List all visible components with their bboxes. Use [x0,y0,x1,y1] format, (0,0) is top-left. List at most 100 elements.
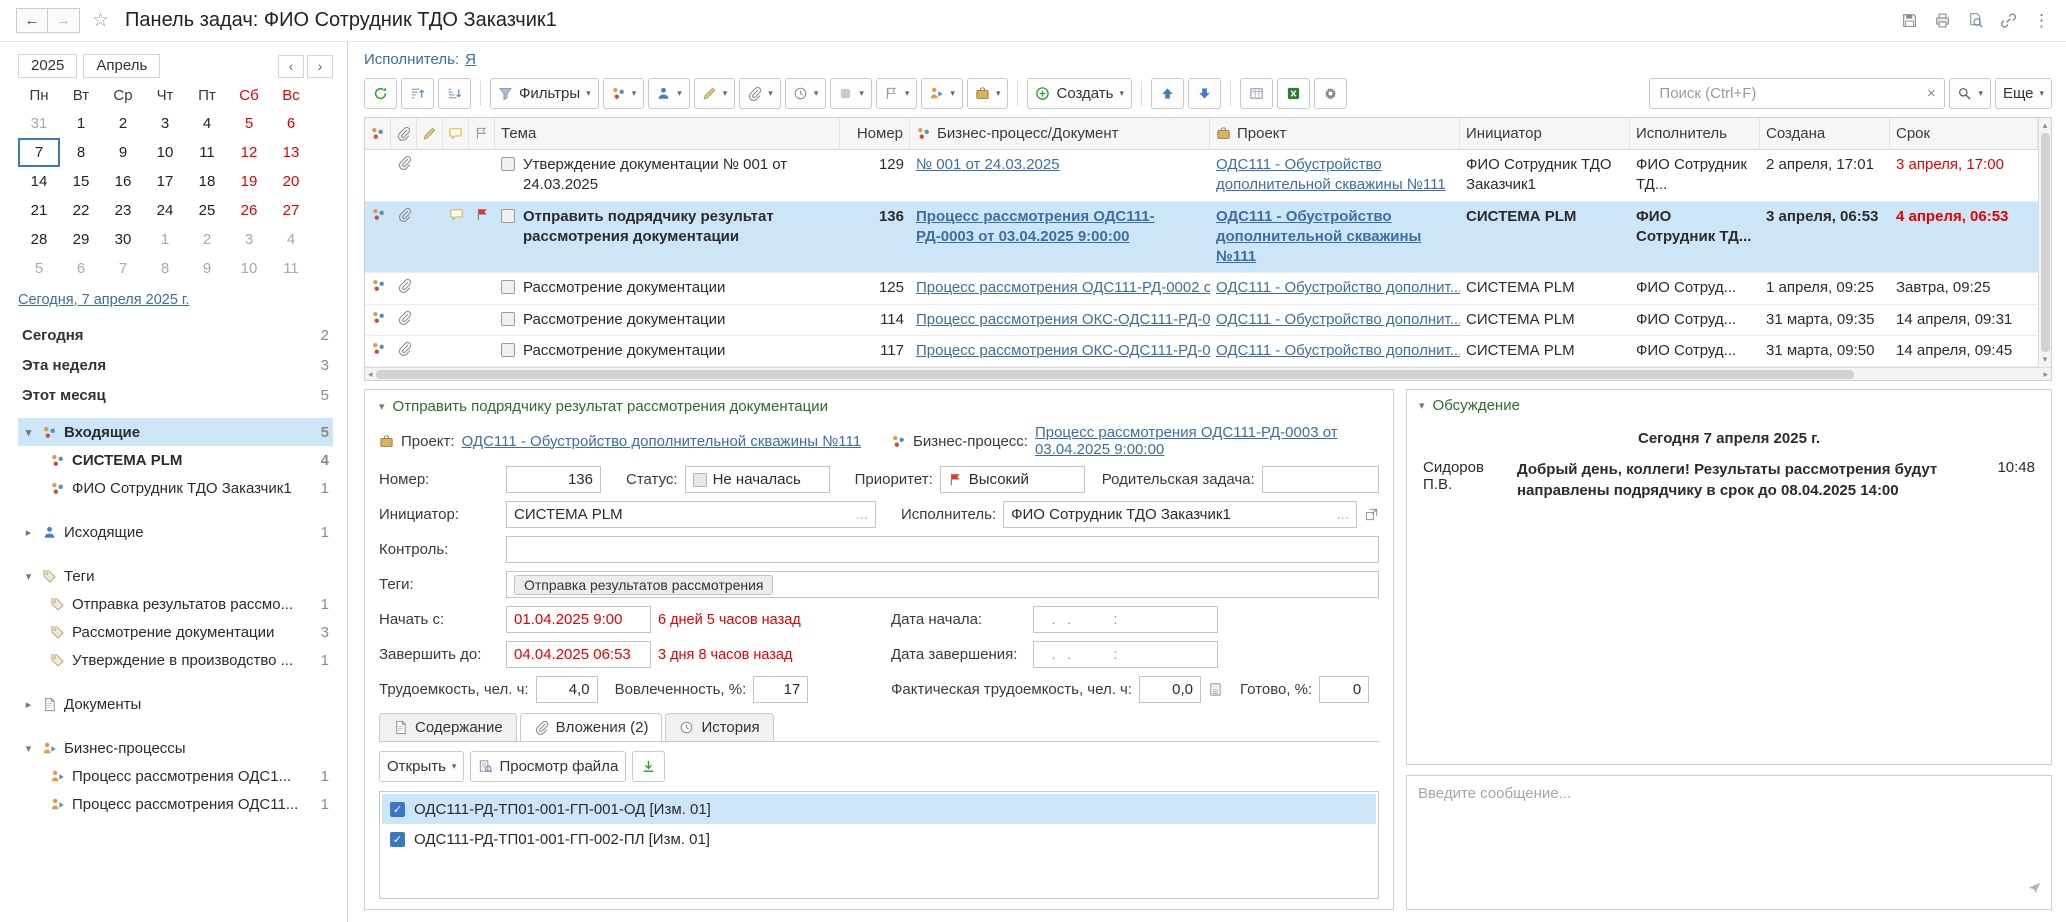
status-filter-button[interactable]: ▾ [830,78,872,109]
calendar-day[interactable]: 10 [228,254,270,283]
create-button[interactable]: Создать▾ [1027,78,1132,109]
print-icon[interactable] [1934,12,1951,29]
calendar-day[interactable]: 22 [60,196,102,225]
ready-field[interactable]: 0 [1319,676,1369,703]
detail-project-link[interactable]: ОДС111 - Обустройство дополнительной скв… [462,433,862,450]
calendar-day[interactable]: 11 [270,254,312,283]
column-flag[interactable] [469,118,495,149]
preview-icon[interactable] [1967,12,1984,29]
calendar-day[interactable]: 3 [144,109,186,138]
calendar-day[interactable]: 9 [102,138,144,167]
calendar-day[interactable]: 30 [102,225,144,254]
clear-search-icon[interactable]: × [1918,85,1944,102]
calendar-day[interactable]: 9 [186,254,228,283]
calendar-day[interactable]: 16 [102,167,144,196]
sidebar-item[interactable]: ▸Исходящие1 [18,518,333,546]
table-row[interactable]: Рассмотрение документации114Процесс расс… [365,305,2038,336]
process-link[interactable]: Процесс рассмотрения ОКС-ОДС111-РД-01... [916,341,1210,361]
process-link[interactable]: Процесс рассмотрения ОКС-ОДС111-РД-01... [916,310,1210,330]
attachment-checkbox[interactable]: ✓ [390,802,405,817]
project-link[interactable]: ОДС111 - Обустройство дополнительной скв… [1216,155,1454,196]
tab-content[interactable]: Содержание [379,713,517,741]
calendar-day[interactable]: 19 [228,167,270,196]
initiator-field[interactable]: СИСТЕМА PLM... [506,501,876,528]
task-checkbox[interactable] [501,157,515,171]
calendar-day[interactable]: 7 [18,138,60,167]
column-theme[interactable]: Тема [495,118,840,149]
calendar-day[interactable]: 24 [144,196,186,225]
attachments-filter-button[interactable]: ▾ [739,78,781,109]
chevron-down-icon[interactable]: ▾ [22,570,35,583]
search-input[interactable] [1650,85,1918,102]
author-filter-button[interactable]: ▾ [921,78,963,109]
calendar-day[interactable]: 12 [228,138,270,167]
sidebar-item[interactable]: Утверждение в производство ...1 [18,646,333,674]
start-field[interactable]: 01.04.2025 9:00 [506,606,651,633]
calendar-prev-button[interactable]: ‹ [278,55,304,78]
status-field[interactable]: Не началась [685,466,830,493]
collapse-discussion-icon[interactable]: ▾ [1419,399,1425,412]
sidebar-item[interactable]: ФИО Сотрудник ТДО Заказчик11 [18,474,333,502]
table-vertical-scrollbar[interactable]: ▴▾ [2038,118,2051,367]
number-field[interactable]: 136 [506,466,601,493]
move-down-button[interactable] [1188,78,1221,109]
calendar-day[interactable]: 13 [270,138,312,167]
calendar-day[interactable]: 23 [102,196,144,225]
calendar-day[interactable]: 25 [186,196,228,225]
calendar-day[interactable]: 29 [60,225,102,254]
flag-filter-button[interactable]: ▾ [876,78,918,109]
save-icon[interactable] [1901,12,1918,29]
calendar-day[interactable]: 31 [18,109,60,138]
column-process[interactable]: Бизнес-процесс/Документ [910,118,1210,149]
effort-field[interactable]: 4,0 [536,676,598,703]
tags-field[interactable]: Отправка результатов рассмотрения [506,571,1379,598]
sidebar-item[interactable]: ▾Входящие5 [18,418,333,446]
calendar-day[interactable]: 6 [270,109,312,138]
favorite-star-icon[interactable]: ☆ [92,9,109,32]
quick-filter-item[interactable]: Эта неделя3 [18,350,333,380]
column-executor[interactable]: Исполнитель [1630,118,1760,149]
calendar-day[interactable]: 21 [18,196,60,225]
table-row[interactable]: Утверждение документации № 001 от 24.03.… [365,150,2038,202]
calendar-day[interactable]: 2 [102,109,144,138]
open-attachment-button[interactable]: Открыть▾ [379,751,464,782]
process-link[interactable]: Процесс рассмотрения ОДС111-РД-0002 от..… [916,278,1210,298]
calendar-next-button[interactable]: › [307,55,333,78]
calendar-day[interactable]: 26 [228,196,270,225]
priority-field[interactable]: Высокий [940,466,1085,493]
column-task-type[interactable] [365,118,391,149]
detail-process-link[interactable]: Процесс рассмотрения ОДС111-РД-0003 от 0… [1035,424,1379,458]
deadline-filter-button[interactable]: ▾ [785,78,827,109]
column-comments[interactable] [443,118,469,149]
edit-filter-button[interactable]: ▾ [694,78,736,109]
sidebar-item[interactable]: СИСТЕМА PLM4 [18,446,333,474]
quick-filter-item[interactable]: Этот месяц5 [18,380,333,410]
actual-effort-field[interactable]: 0,0 [1139,676,1201,703]
calendar-day[interactable]: 8 [144,254,186,283]
sidebar-item[interactable]: ▾Теги [18,562,333,590]
order-desc-button[interactable] [438,78,471,109]
table-horizontal-scrollbar[interactable]: ◂▸ [365,367,2051,380]
process-link[interactable]: Процесс рассмотрения ОДС111-РД-0003 от 0… [916,207,1204,248]
list-settings-button[interactable] [1314,78,1347,109]
excel-export-button[interactable] [1277,78,1310,109]
sidebar-item[interactable]: Процесс рассмотрения ОДС11...1 [18,790,333,818]
column-project[interactable]: Проект [1210,118,1460,149]
tag-chip[interactable]: Отправка результатов рассмотрения [514,575,773,595]
chevron-right-icon[interactable]: ▸ [22,698,35,711]
column-created[interactable]: Создана [1760,118,1890,149]
attachment-checkbox[interactable]: ✓ [390,832,405,847]
sidebar-item[interactable]: ▸Документы [18,690,333,718]
project-filter-button[interactable]: ▾ [967,78,1009,109]
move-up-button[interactable] [1151,78,1184,109]
sidebar-item[interactable]: Отправка результатов рассмо...1 [18,590,333,618]
involvement-field[interactable]: 17 [753,676,808,703]
task-checkbox[interactable] [501,280,515,294]
calendar-day[interactable]: 1 [144,225,186,254]
calendar-day[interactable]: 17 [144,167,186,196]
collapse-detail-icon[interactable]: ▾ [379,400,385,413]
finish-date-field[interactable]: . . : [1033,641,1218,668]
filters-button[interactable]: Фильтры▾ [490,78,599,109]
column-attachments[interactable] [391,118,417,149]
attachment-row[interactable]: ✓ОДС111-РД-ТП01-001-ГП-001-ОД [Изм. 01] [382,794,1376,824]
